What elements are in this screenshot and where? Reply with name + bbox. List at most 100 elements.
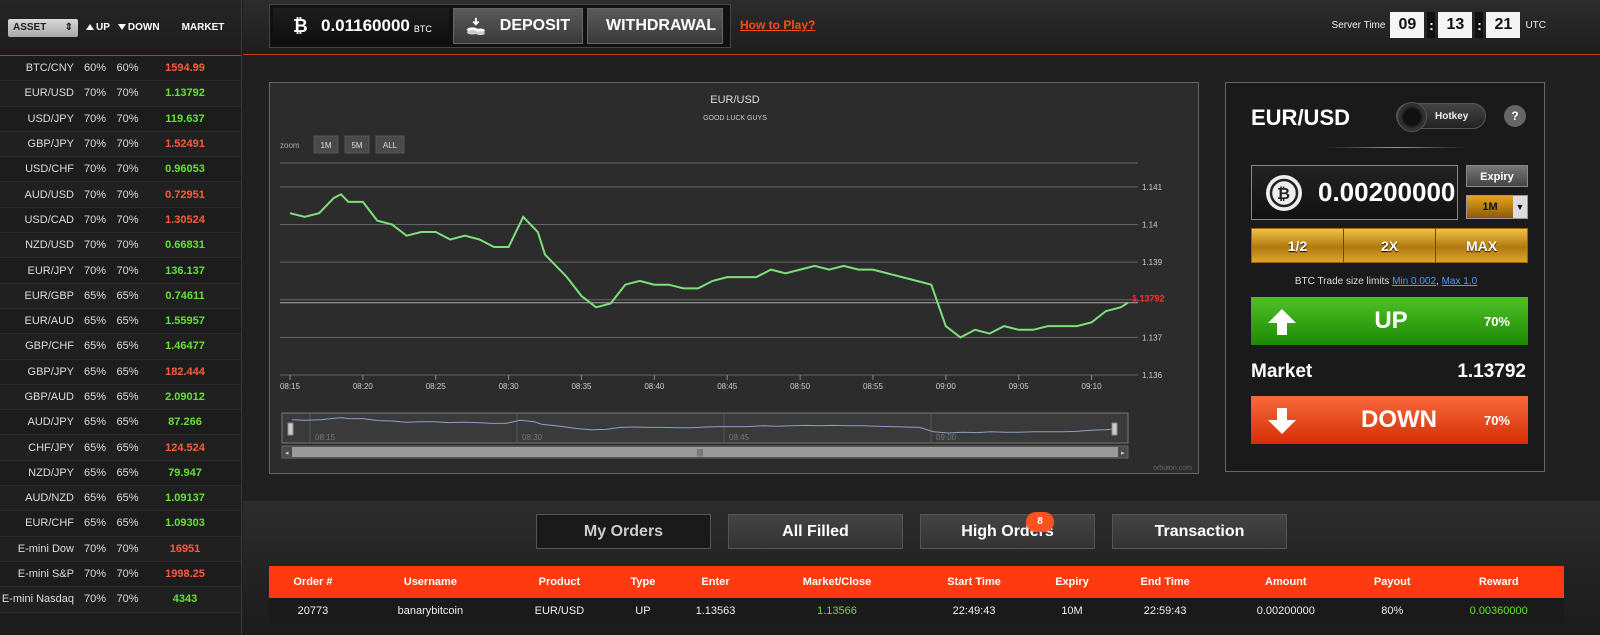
- asset-row[interactable]: E-mini Dow 70% 70% 16951: [0, 536, 241, 562]
- navigator-handle-right[interactable]: [1111, 422, 1118, 436]
- asset-row[interactable]: GBP/JPY 65% 65% 182.444: [0, 359, 241, 385]
- withdrawal-button[interactable]: WITHDRAWAL: [587, 8, 723, 44]
- asset-row[interactable]: GBP/JPY 70% 70% 1.52491: [0, 131, 241, 158]
- trade-panel: EUR/USD Hotkey ? ₿ 0.00200000 Expiry 1M …: [1225, 82, 1545, 472]
- orders-section: My Orders All Filled High Orders 8 Transacti…: [243, 501, 1600, 635]
- scrollbar-thumb[interactable]: [292, 447, 1118, 457]
- deposit-button[interactable]: DEPOSIT: [453, 8, 583, 44]
- limit-min-link[interactable]: Min 0.002: [1392, 276, 1436, 287]
- max-amount-button[interactable]: MAX: [1436, 229, 1527, 262]
- tab-label: All Filled: [782, 523, 849, 540]
- column-header[interactable]: Payout: [1351, 566, 1434, 598]
- column-header[interactable]: Enter: [670, 566, 761, 598]
- asset-row[interactable]: USD/CHF 70% 70% 0.96053: [0, 157, 241, 183]
- orders-table-body: 20773 banarybitcoin EUR/USD UP 1.13563 1.1356…: [269, 598, 1564, 624]
- table-cell: 0.00200000: [1220, 598, 1352, 624]
- navigator-handle-left[interactable]: [287, 422, 294, 436]
- tab-all-filled[interactable]: All Filled: [728, 514, 903, 549]
- column-header[interactable]: Type: [615, 566, 671, 598]
- tab-high-orders[interactable]: High Orders 8: [920, 512, 1095, 549]
- column-header[interactable]: Amount: [1220, 566, 1352, 598]
- down-button[interactable]: DOWN 70%: [1251, 396, 1528, 444]
- asset-row[interactable]: NZD/JPY 65% 65% 79.947: [0, 460, 241, 487]
- asset-market-price: 1.13792: [165, 87, 205, 100]
- balance-value: 0.01160000: [321, 16, 410, 35]
- x-tick-label: 08:30: [499, 382, 520, 391]
- asset-row[interactable]: USD/JPY 70% 70% 119.637: [0, 106, 241, 132]
- column-header-down[interactable]: DOWN: [117, 22, 160, 33]
- asset-down-payout: 70%: [116, 264, 139, 277]
- column-header[interactable]: Order #: [269, 566, 357, 598]
- asset-row[interactable]: EUR/CHF 65% 65% 1.09303: [0, 511, 241, 537]
- asset-row[interactable]: CHF/JPY 65% 65% 124.524: [0, 435, 241, 461]
- asset-name: EUR/CHF: [25, 517, 74, 530]
- asset-name: EUR/AUD: [24, 315, 74, 328]
- asset-name: BTC/CNY: [25, 62, 74, 75]
- column-header[interactable]: End Time: [1109, 566, 1221, 598]
- y-tick-label: 1.139: [1142, 258, 1163, 267]
- column-header[interactable]: Expiry: [1034, 566, 1110, 598]
- table-row[interactable]: 20773 banarybitcoin EUR/USD UP 1.13563 1.1356…: [269, 598, 1564, 624]
- market-label: Market: [1251, 361, 1313, 382]
- x-tick-label: 08:50: [790, 382, 811, 391]
- column-header-up[interactable]: UP: [86, 22, 110, 33]
- asset-down-payout: 65%: [116, 340, 139, 353]
- asset-row[interactable]: EUR/GBP 65% 65% 0.74611: [0, 283, 241, 309]
- asset-row[interactable]: E-mini Nasdaq 70% 70% 4343: [0, 587, 241, 613]
- arrow-up-icon: [86, 24, 94, 31]
- scroll-left-icon: ◂: [285, 450, 289, 457]
- column-header[interactable]: Start Time: [913, 566, 1035, 598]
- down-payout: 70%: [1483, 412, 1510, 428]
- price-chart[interactable]: EUR/USD GOOD LUCK GUYS zoom 1M 5M ALL 1.141 1.1…: [269, 82, 1199, 474]
- how-to-play-link[interactable]: How to Play?: [740, 18, 815, 32]
- asset-market-price: 79.947: [168, 466, 202, 479]
- asset-row[interactable]: AUD/JPY 65% 65% 87.266: [0, 410, 241, 436]
- trade-amount-input[interactable]: ₿ 0.00200000: [1251, 165, 1458, 220]
- help-button[interactable]: ?: [1504, 105, 1526, 127]
- limit-max-link[interactable]: Max 1.0: [1442, 276, 1478, 287]
- table-cell: 10M: [1034, 598, 1110, 624]
- asset-row[interactable]: EUR/AUD 65% 65% 1.55957: [0, 308, 241, 335]
- tab-my-orders[interactable]: My Orders: [536, 514, 711, 549]
- orders-table: Order # Username Product Type Enter Market/Cl…: [269, 566, 1564, 624]
- navigator-tick-label: 08:45: [729, 433, 750, 442]
- asset-down-payout: 70%: [116, 138, 139, 151]
- market-value: 1.13792: [1457, 361, 1526, 382]
- asset-row[interactable]: AUD/USD 70% 70% 0.72951: [0, 182, 241, 208]
- asset-up-payout: 70%: [83, 213, 107, 226]
- asset-name: GBP/JPY: [27, 138, 74, 151]
- asset-row[interactable]: NZD/USD 70% 70% 0.66831: [0, 233, 241, 259]
- table-cell: 22:49:43: [913, 598, 1035, 624]
- column-header[interactable]: Reward: [1433, 566, 1564, 598]
- expiry-select[interactable]: 1M ▼: [1466, 195, 1528, 219]
- asset-up-payout: 70%: [83, 542, 107, 555]
- asset-row[interactable]: GBP/CHF 65% 65% 1.46477: [0, 334, 241, 360]
- asset-row[interactable]: EUR/USD 70% 70% 1.13792: [0, 81, 241, 107]
- column-header[interactable]: Product: [503, 566, 616, 598]
- asset-select[interactable]: ASSET ⇕: [8, 18, 78, 37]
- tab-transaction[interactable]: Transaction: [1112, 514, 1287, 549]
- withdrawal-label: WITHDRAWAL: [606, 17, 717, 34]
- x-tick-label: 09:05: [1009, 382, 1030, 391]
- asset-name: E-mini S&P: [17, 568, 74, 581]
- up-button[interactable]: UP 70%: [1251, 297, 1528, 345]
- price-chart-svg[interactable]: EUR/USD GOOD LUCK GUYS zoom 1M 5M ALL 1.141 1.1…: [270, 83, 1200, 475]
- half-amount-button[interactable]: 1/2: [1252, 229, 1344, 262]
- column-header[interactable]: Username: [356, 566, 504, 598]
- asset-row[interactable]: GBP/AUD 65% 65% 2.09012: [0, 384, 241, 411]
- double-amount-button[interactable]: 2X: [1344, 229, 1436, 262]
- asset-row[interactable]: E-mini S&P 70% 70% 1998.25: [0, 561, 241, 588]
- column-header[interactable]: Market/Close: [760, 566, 914, 598]
- trade-size-limits: BTC Trade size limits Min 0.002, Max 1.0: [1294, 276, 1478, 287]
- asset-row[interactable]: AUD/NZD 65% 65% 1.09137: [0, 486, 241, 512]
- x-tick-label: 08:15: [280, 382, 301, 391]
- asset-row[interactable]: USD/CAD 70% 70% 1.30524: [0, 207, 241, 234]
- server-time-hours: 09: [1390, 12, 1425, 38]
- server-time-zone: UTC: [1525, 19, 1546, 31]
- asset-name: CHF/JPY: [28, 441, 74, 454]
- asset-row[interactable]: BTC/CNY 60% 60% 1594.99: [0, 56, 241, 82]
- asset-market-price: 119.637: [165, 112, 205, 125]
- hotkey-toggle[interactable]: Hotkey: [1396, 102, 1486, 132]
- asset-row[interactable]: EUR/JPY 70% 70% 136.137: [0, 258, 241, 284]
- asset-up-payout: 65%: [83, 289, 107, 302]
